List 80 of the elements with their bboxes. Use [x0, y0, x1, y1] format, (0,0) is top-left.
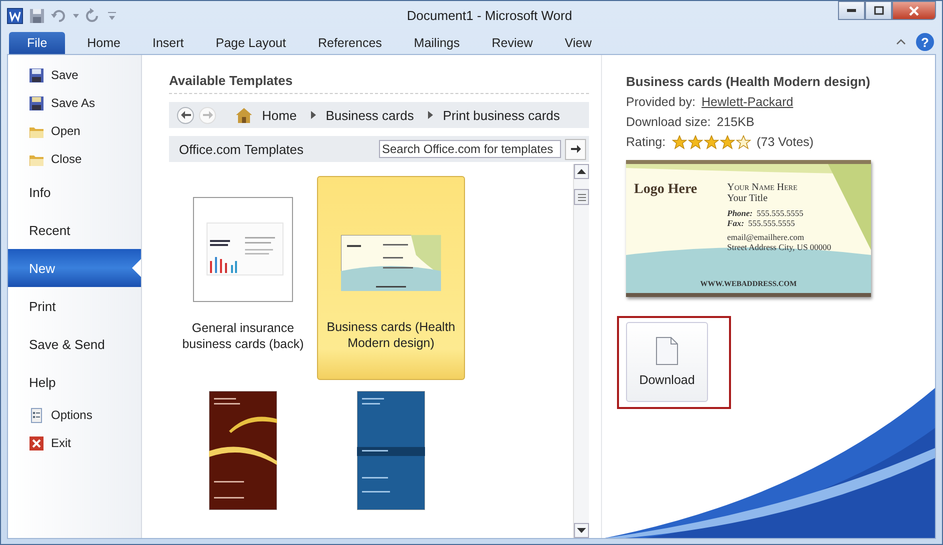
chevron-icon [310, 111, 316, 119]
backstage-tab[interactable]: Recent [8, 211, 141, 249]
search-button[interactable] [565, 138, 586, 160]
close-icon [909, 6, 919, 16]
backstage-tab[interactable]: Info [8, 173, 141, 211]
document-icon [656, 337, 678, 365]
vote-count: (73 Votes) [756, 135, 814, 149]
source-label: Office.com Templates [179, 142, 304, 156]
ribbon-tab[interactable]: Page Layout [202, 32, 300, 54]
home-icon [236, 108, 252, 122]
search-field[interactable]: Search Office.com for templates [379, 140, 561, 158]
fax-label: Fax: [727, 218, 744, 228]
scroll-up-button[interactable] [574, 164, 589, 179]
menu-command[interactable]: Save As [8, 89, 141, 117]
file-tab[interactable]: File [9, 32, 66, 54]
window-title: Document1 - Microsoft Word [406, 8, 572, 23]
phone-label: Phone: [727, 208, 753, 218]
ribbon-tab[interactable]: Mailings [400, 32, 474, 54]
collapse-ribbon-icon[interactable] [896, 39, 906, 45]
size-label: Download size: [626, 115, 711, 129]
job-title: Your Title [727, 193, 769, 204]
backstage-tab[interactable]: Save & Send [8, 325, 141, 363]
back-arrow-icon [180, 111, 190, 119]
menu-command[interactable]: Close [8, 145, 141, 173]
breadcrumb-link[interactable]: Home [262, 108, 297, 122]
breadcrumb-link[interactable]: Business cards [326, 108, 414, 122]
menu-command[interactable]: Exit [8, 429, 141, 457]
star-icon [672, 134, 687, 150]
section-heading: Available Templates [169, 73, 589, 94]
breadcrumb-link[interactable]: Print business cards [442, 108, 560, 122]
logo-text: Logo Here [634, 182, 698, 199]
star-icon [688, 134, 703, 150]
ribbon-tab[interactable]: Home [73, 32, 134, 54]
scroll-thumb[interactable] [574, 189, 589, 205]
help-button[interactable]: ? [916, 33, 934, 51]
download-button[interactable]: Download [626, 322, 708, 402]
phone-number: 555.555.5555 [756, 208, 804, 218]
menu-command[interactable]: Options [8, 401, 141, 429]
provider-link[interactable]: Hewlett-Packard [701, 95, 794, 109]
minimize-button[interactable] [838, 1, 865, 20]
fax-number: 555.555.5555 [748, 218, 795, 228]
star-icon [704, 134, 719, 150]
arrow-right-icon [570, 145, 580, 153]
document-icon [29, 408, 44, 422]
star-icon [720, 134, 735, 150]
menu-command[interactable]: Open [8, 117, 141, 145]
up-arrow-icon [577, 169, 586, 174]
forward-arrow-icon [202, 111, 212, 119]
backstage-tab[interactable]: Help [8, 363, 141, 401]
backstage-tab[interactable]: Print [8, 287, 141, 325]
ribbon-tab[interactable]: Review [478, 32, 547, 54]
scrollbar[interactable] [573, 164, 589, 538]
scroll-down-button[interactable] [574, 523, 589, 538]
minimize-icon [847, 9, 856, 12]
rating-label: Rating: [626, 135, 666, 149]
template-tile[interactable]: Business cards (Health Modern design) [317, 176, 465, 380]
exit-icon [29, 436, 44, 450]
word-icon[interactable] [7, 8, 23, 24]
backstage-tab[interactable]: New [8, 249, 141, 287]
grip-icon [578, 194, 586, 200]
ribbon-tab[interactable]: View [550, 32, 606, 54]
address-line: Street Address City, US 00000 [727, 242, 832, 252]
provider-label: Provided by: [626, 95, 696, 109]
maximize-button[interactable] [865, 1, 892, 20]
email-line: email@emailhere.com [727, 232, 806, 242]
close-button[interactable] [892, 1, 936, 20]
star-icon [736, 134, 751, 150]
template-tile[interactable]: General insurance business cards (back) [169, 176, 317, 380]
size-value: 215KB [716, 115, 754, 129]
down-arrow-icon [577, 528, 586, 533]
chevron-icon [428, 111, 433, 119]
ribbon-tab[interactable]: References [304, 32, 396, 54]
ribbon-tab[interactable]: Insert [138, 32, 198, 54]
save-icon[interactable] [29, 8, 45, 24]
back-button[interactable] [177, 106, 194, 124]
menu-command[interactable]: Save [8, 61, 141, 89]
maximize-icon [874, 6, 884, 15]
pointer-notch [132, 259, 141, 277]
template-title: Business cards (Health Modern design) [626, 74, 872, 89]
person-name: Your Name Here [727, 182, 798, 193]
